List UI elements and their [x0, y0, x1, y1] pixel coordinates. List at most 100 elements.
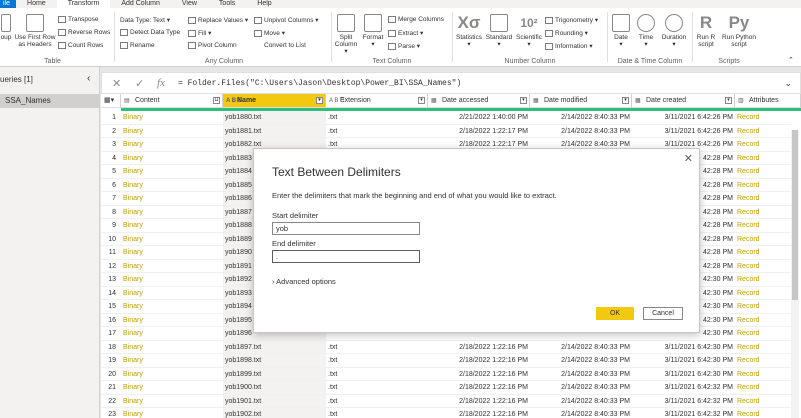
attributes-cell[interactable]: Record: [735, 273, 791, 287]
table-row[interactable]: 18 Binary yob1897.txt .txt 2/18/2022 1:22:16…: [101, 340, 791, 354]
attributes-cell[interactable]: Record: [735, 287, 791, 300]
content-cell[interactable]: Binary: [121, 341, 223, 354]
extract-button[interactable]: Extract ▾: [388, 29, 423, 37]
scientific-button[interactable]: 10² Scientific ▾: [514, 14, 544, 48]
column-header-attributes[interactable]: ▥ Attributes: [735, 94, 801, 108]
query-item-ssa-names[interactable]: SSA_Names: [0, 94, 99, 108]
tab-add-column[interactable]: Add Column: [110, 0, 171, 8]
tab-view[interactable]: View: [171, 0, 208, 8]
content-cell[interactable]: Binary: [121, 395, 223, 408]
pivot-column-button[interactable]: Pivot Column: [188, 42, 237, 49]
attributes-cell[interactable]: Record: [735, 125, 791, 138]
tab-tools[interactable]: Tools: [208, 0, 246, 8]
attributes-cell[interactable]: Record: [735, 381, 791, 395]
attributes-cell[interactable]: Record: [735, 300, 791, 314]
statistics-button[interactable]: Χσ Statistics ▾: [454, 14, 484, 49]
filter-dropdown-icon[interactable]: ▾: [316, 97, 323, 104]
cancel-formula-icon[interactable]: ✕: [112, 77, 121, 90]
attributes-cell[interactable]: Record: [735, 138, 791, 152]
attributes-cell[interactable]: Record: [735, 341, 791, 354]
table-row[interactable]: 20 Binary yob1899.txt .txt 2/18/2022 1:22:16…: [101, 367, 791, 381]
tab-home[interactable]: Home: [16, 0, 57, 8]
content-cell[interactable]: Binary: [121, 314, 223, 327]
table-row[interactable]: 19 Binary yob1898.txt .txt 2/18/2022 1:22:16…: [101, 354, 791, 368]
content-cell[interactable]: Binary: [121, 327, 223, 341]
rounding-button[interactable]: Rounding ▾: [545, 29, 588, 37]
end-delimiter-input[interactable]: [272, 250, 420, 263]
tab-transform[interactable]: Transform: [56, 0, 111, 8]
content-cell[interactable]: Binary: [121, 192, 223, 206]
start-delimiter-input[interactable]: [272, 222, 420, 235]
content-cell[interactable]: Binary: [121, 125, 223, 138]
merge-columns-button[interactable]: Merge Columns: [388, 16, 444, 23]
content-cell[interactable]: Binary: [121, 273, 223, 287]
attributes-cell[interactable]: Record: [735, 408, 791, 418]
move-button[interactable]: Move ▾: [254, 29, 285, 37]
content-cell[interactable]: Binary: [121, 408, 223, 418]
table-row[interactable]: 23 Binary yob1902.txt .txt 2/18/2022 1:22:16…: [101, 408, 791, 418]
unpivot-columns-button[interactable]: Unpivot Columns ▾: [254, 16, 319, 24]
detect-data-type-button[interactable]: Detect Data Type: [120, 29, 180, 36]
attributes-cell[interactable]: Record: [735, 206, 791, 219]
content-cell[interactable]: Binary: [121, 287, 223, 300]
attributes-cell[interactable]: Record: [735, 165, 791, 179]
content-cell[interactable]: Binary: [121, 138, 223, 152]
attributes-cell[interactable]: Record: [735, 246, 791, 260]
content-cell[interactable]: Binary: [121, 206, 223, 219]
attributes-cell[interactable]: Record: [735, 219, 791, 233]
formula-input[interactable]: = Folder.Files("C:\Users\Jason\Desktop\P…: [178, 79, 461, 88]
attributes-cell[interactable]: Record: [735, 327, 791, 341]
column-header-extension[interactable]: A B C Extension ▾: [326, 94, 428, 108]
commit-formula-icon[interactable]: ✓: [135, 77, 144, 90]
column-header-name[interactable]: A B C Name ▾: [223, 94, 326, 108]
trigonometry-button[interactable]: Trigonometry ▾: [545, 16, 598, 24]
content-cell[interactable]: Binary: [121, 381, 223, 395]
split-column-button[interactable]: Split Column ▾: [333, 14, 359, 55]
attributes-cell[interactable]: Record: [735, 192, 791, 206]
parse-button[interactable]: Parse ▾: [388, 42, 420, 50]
content-cell[interactable]: Binary: [121, 260, 223, 273]
attributes-cell[interactable]: Record: [735, 395, 791, 408]
content-cell[interactable]: Binary: [121, 300, 223, 314]
attributes-cell[interactable]: Record: [735, 314, 791, 327]
ok-button[interactable]: OK: [596, 307, 634, 320]
reverse-rows-button[interactable]: Reverse Rows: [58, 29, 110, 36]
close-icon[interactable]: ✕: [684, 152, 693, 165]
run-r-script-button[interactable]: R Run R script: [694, 14, 718, 49]
convert-to-list-button[interactable]: Convert to List: [264, 42, 306, 49]
column-header-date-created[interactable]: ▦ Date created ▾: [632, 94, 735, 108]
fx-icon[interactable]: fx: [157, 77, 165, 89]
count-rows-button[interactable]: Count Rows: [58, 42, 103, 49]
column-header-content[interactable]: ▤ Content ⇊: [121, 94, 223, 108]
expand-formula-icon[interactable]: ⌄: [784, 78, 792, 89]
content-cell[interactable]: Binary: [121, 152, 223, 165]
format-button[interactable]: Format ▾: [360, 14, 386, 48]
table-row[interactable]: 2 Binary yob1881.txt .txt 2/18/2022 1:22:17 …: [101, 124, 791, 138]
column-header-date-accessed[interactable]: ▦ Date accessed ▾: [428, 94, 530, 108]
tab-help[interactable]: Help: [246, 0, 282, 8]
use-first-row-button[interactable]: Use First Row as Headers: [14, 14, 56, 48]
data-type-dropdown[interactable]: Data Type: Text ▾: [120, 16, 170, 24]
replace-values-button[interactable]: Replace Values ▾: [188, 16, 248, 24]
time-button[interactable]: Time ▾: [634, 14, 658, 48]
attributes-cell[interactable]: Record: [735, 260, 791, 273]
attributes-cell[interactable]: Record: [735, 368, 791, 381]
table-row[interactable]: 21 Binary yob1900.txt .txt 2/18/2022 1:22:16…: [101, 381, 791, 395]
content-cell[interactable]: Binary: [121, 165, 223, 179]
content-cell[interactable]: Binary: [121, 219, 223, 233]
attributes-cell[interactable]: Record: [735, 111, 791, 125]
content-cell[interactable]: Binary: [121, 246, 223, 260]
transpose-button[interactable]: Transpose: [58, 16, 98, 23]
information-button[interactable]: Information ▾: [545, 42, 593, 50]
filter-dropdown-icon[interactable]: ▾: [725, 97, 732, 104]
table-row[interactable]: 22 Binary yob1901.txt .txt 2/18/2022 1:22:16…: [101, 394, 791, 408]
attributes-cell[interactable]: Record: [735, 354, 791, 368]
date-button[interactable]: Date ▾: [609, 14, 633, 48]
rename-button[interactable]: Rename: [120, 42, 155, 49]
attributes-cell[interactable]: Record: [735, 179, 791, 192]
fill-button[interactable]: Fill ▾: [188, 29, 211, 37]
cancel-button[interactable]: Cancel: [643, 307, 683, 320]
filter-dropdown-icon[interactable]: ▾: [520, 97, 527, 104]
filter-dropdown-icon[interactable]: ▾: [418, 97, 425, 104]
advanced-options-toggle[interactable]: › Advanced options: [272, 277, 336, 286]
